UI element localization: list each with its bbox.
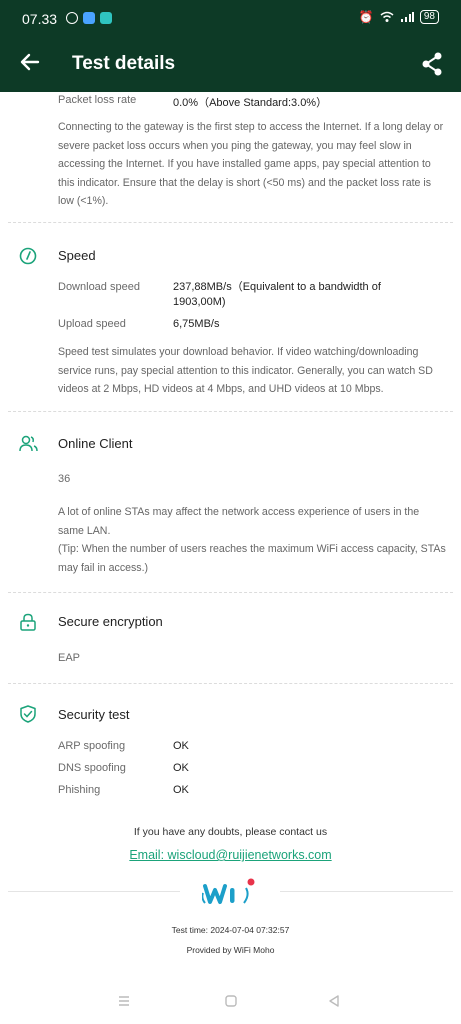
- share-icon[interactable]: [421, 52, 443, 76]
- online-client-count: 36: [58, 473, 71, 485]
- phishing-value: OK: [173, 784, 189, 796]
- encryption-section-title: Secure encryption: [58, 614, 163, 629]
- shield-check-icon: [20, 705, 36, 723]
- battery-icon: 98: [419, 10, 439, 24]
- contact-email-link[interactable]: Email: wiscloud@ruijienetworks.com: [129, 848, 331, 862]
- lock-icon: [20, 613, 36, 631]
- speedometer-icon: [19, 247, 37, 265]
- online-client-title: Online Client: [58, 436, 133, 451]
- divider: [8, 411, 453, 412]
- status-time: 07.33: [22, 11, 58, 27]
- divider: [280, 891, 453, 892]
- divider: [8, 222, 453, 223]
- arp-spoofing-value: OK: [173, 740, 189, 752]
- signal-icon: [400, 12, 414, 22]
- status-bar: 07.33 ⏰ 98: [0, 0, 461, 36]
- encryption-value: EAP: [58, 652, 81, 664]
- dns-spoofing-label: DNS spoofing: [58, 762, 126, 774]
- download-speed-label: Download speed: [58, 281, 140, 293]
- upload-speed-value: 6,75MB/s: [173, 318, 220, 330]
- users-icon: [19, 435, 38, 452]
- alarm-icon: ⏰: [358, 10, 374, 24]
- online-client-description: A lot of online STAs may affect the netw…: [58, 506, 420, 537]
- menu-icon[interactable]: [116, 993, 132, 1009]
- system-nav-bar: [0, 985, 461, 1024]
- test-time: Test time: 2024-07-04 07:32:57: [171, 925, 290, 935]
- home-icon[interactable]: [223, 993, 239, 1009]
- back-icon[interactable]: [326, 993, 342, 1009]
- contact-text: If you have any doubts, please contact u…: [133, 826, 328, 838]
- online-client-tip: (Tip: When the number of users reaches t…: [58, 543, 446, 574]
- speed-section-title: Speed: [58, 248, 96, 263]
- divider: [8, 891, 180, 892]
- back-arrow-icon[interactable]: [18, 50, 42, 74]
- gateway-description: Connecting to the gateway is the first s…: [58, 121, 444, 207]
- security-test-title: Security test: [58, 707, 130, 722]
- wifi-icon: [380, 11, 394, 22]
- dns-spoofing-value: OK: [173, 762, 189, 774]
- packet-loss-label: Packet loss rate: [58, 94, 137, 106]
- packet-loss-value: 0.0%（Above Standard:3.0%）: [173, 97, 328, 109]
- upload-speed-label: Upload speed: [58, 318, 126, 330]
- whatsapp-icon: [66, 12, 78, 24]
- phishing-label: Phishing: [58, 784, 101, 796]
- provided-by: Provided by WiFi Moho: [186, 945, 275, 955]
- page-title: Test details: [72, 53, 176, 74]
- divider: [8, 592, 453, 593]
- speed-description: Speed test simulates your download behav…: [58, 346, 433, 395]
- divider: [8, 683, 453, 684]
- app-header: Test details: [0, 36, 461, 92]
- notification-app-icon-2: [100, 12, 112, 24]
- notification-app-icon: [83, 12, 95, 24]
- arp-spoofing-label: ARP spoofing: [58, 740, 126, 752]
- download-speed-value: 237,88MB/s（Equivalent to a bandwidth of …: [173, 281, 381, 308]
- wifi-moho-logo: [202, 878, 255, 904]
